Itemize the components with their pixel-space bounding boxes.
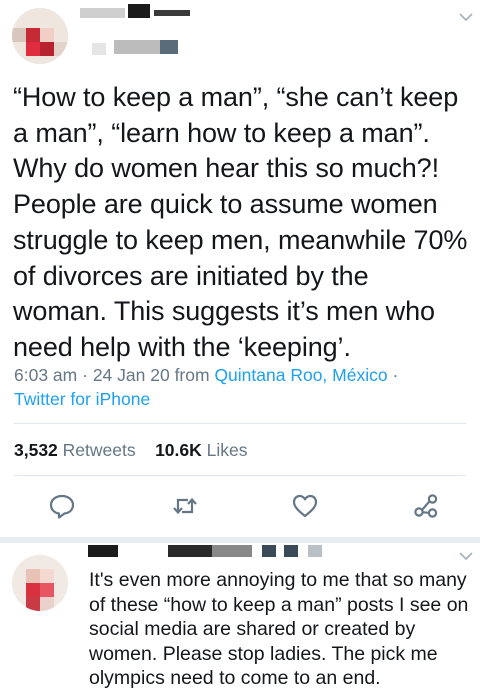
username-block-dark: [160, 40, 178, 54]
retweets-count: 3,532: [14, 440, 58, 460]
action-bar: [0, 490, 480, 522]
username[interactable]: [92, 43, 106, 55]
tweet-date: 24 Jan 20: [92, 365, 170, 385]
reply-text: It's even more annoying to me that so ma…: [89, 569, 469, 689]
display-name[interactable]: [80, 8, 125, 18]
section-separator: [0, 537, 480, 543]
display-name-tail: [154, 10, 190, 16]
tweet-text: “How to keep a man”, “she can’t keep a m…: [13, 82, 468, 362]
reply-username-c: [262, 545, 276, 557]
likes-count: 10.6K: [155, 440, 202, 460]
reply-username-e: [308, 545, 322, 557]
retweets-stat[interactable]: 3,532 Retweets: [14, 440, 136, 460]
retweets-label: Retweets: [62, 440, 136, 460]
reply-username-a: [168, 545, 218, 557]
comment-icon[interactable]: [46, 490, 78, 522]
from-label: from: [174, 365, 210, 385]
source-link[interactable]: Twitter for iPhone: [14, 389, 150, 409]
location-link[interactable]: Quintana Roo, México: [214, 365, 387, 385]
likes-label: Likes: [206, 440, 248, 460]
retweet-icon[interactable]: [169, 490, 201, 522]
divider: [14, 475, 466, 476]
tweet-time: 6:03 am: [14, 365, 78, 385]
reply-avatar[interactable]: [12, 555, 68, 611]
reply-username-b: [212, 545, 252, 557]
tweet-meta: 6:03 am · 24 Jan 20 from Quintana Roo, M…: [14, 365, 399, 409]
reply-username-d: [284, 545, 298, 557]
tweet-stats: 3,532 Retweets 10.6K Likes: [14, 440, 248, 461]
avatar[interactable]: [12, 8, 68, 64]
chevron-down-icon[interactable]: [457, 547, 475, 565]
chevron-down-icon[interactable]: [457, 8, 475, 26]
reply-display-name[interactable]: [88, 545, 118, 557]
share-icon[interactable]: [410, 490, 442, 522]
divider: [14, 423, 466, 424]
likes-stat[interactable]: 10.6K Likes: [155, 440, 247, 460]
heart-icon[interactable]: [289, 490, 321, 522]
display-name-block: [128, 4, 150, 18]
